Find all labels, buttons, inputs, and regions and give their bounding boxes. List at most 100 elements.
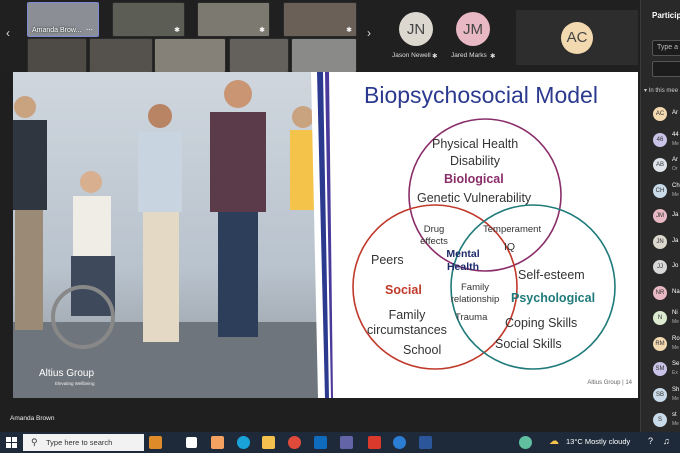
participant-avatar[interactable]: CH [653, 184, 667, 198]
tile-name: Amanda Brow... [32, 27, 82, 34]
chevron-left-icon[interactable]: ‹ [6, 26, 10, 40]
participant-avatar[interactable]: SB [653, 388, 667, 402]
video-tile[interactable] [27, 38, 87, 73]
cloud-sync-icon[interactable] [519, 436, 532, 449]
presenter-name: Amanda Brown [10, 415, 55, 422]
participant-name[interactable]: Sh [672, 387, 679, 393]
participant-role: Me [672, 396, 679, 402]
participant-role: Ex [672, 370, 678, 376]
altius-logo: Altius Group [39, 368, 95, 379]
taskbar: ⚲ Type here to search ☁ 13°C Mostly clou… [0, 432, 680, 453]
avatar-initials: JN [406, 20, 426, 38]
person-figure [138, 104, 182, 342]
participant-avatar[interactable]: SM [653, 362, 667, 376]
bio-item: Disability [450, 154, 501, 168]
social-item: School [403, 343, 442, 357]
folder-icon[interactable] [262, 436, 275, 449]
participant-name[interactable]: Ar [672, 110, 678, 116]
participant-avatar[interactable]: AC [653, 107, 667, 121]
shared-slide: Altius Group Elevating Wellbeing Biopsyc… [13, 72, 638, 398]
participant-name[interactable]: Ja [672, 238, 678, 244]
avatar-name: Jason Newell [392, 52, 431, 59]
mic-muted-icon: ✱ [174, 27, 180, 34]
panel-title: Participants [652, 11, 680, 20]
video-feed [28, 39, 86, 72]
task-view-icon[interactable] [186, 437, 197, 448]
avatar[interactable]: JN [399, 12, 433, 46]
participant-name[interactable]: Ar [672, 157, 678, 163]
participant-name[interactable]: Ch [672, 183, 680, 189]
participant-avatar[interactable]: N [653, 311, 667, 325]
mic-muted-icon: ✱ [259, 27, 265, 34]
chrome-icon[interactable] [288, 436, 301, 449]
social-psych-overlap: Family relationship [450, 282, 500, 305]
mic-muted-icon: ✱ [490, 53, 496, 60]
outlook-icon[interactable] [314, 436, 327, 449]
tagline: Elevating Wellbeing [55, 381, 95, 386]
slide-footer: Altius Group | 14 [587, 380, 632, 386]
speaker-icon[interactable]: ♫ [663, 436, 670, 446]
word-icon[interactable] [419, 436, 432, 449]
person-figure [51, 171, 115, 349]
participant-name[interactable]: Jo [672, 263, 678, 269]
invite-input[interactable]: Type a [652, 40, 680, 56]
weather-text[interactable]: 13°C Mostly cloudy [566, 437, 630, 446]
video-feed [90, 39, 152, 72]
participant-role: Me [672, 141, 679, 147]
avatar-initials: AC [566, 29, 588, 46]
psychological-label: Psychological [511, 291, 596, 305]
avatar[interactable]: JM [456, 12, 490, 46]
video-tile[interactable]: ✱ [197, 2, 270, 37]
search-icon: ⚲ [31, 437, 38, 447]
video-tile[interactable] [89, 38, 153, 73]
participant-name[interactable]: Na [672, 289, 680, 295]
in-meeting-header[interactable]: ▾ In this mee [644, 87, 678, 94]
help-icon[interactable]: ? [648, 436, 653, 446]
participant-name[interactable]: Se [672, 361, 679, 367]
participant-name[interactable]: Ro [672, 336, 680, 342]
participant-name[interactable]: st [672, 412, 677, 418]
video-tile[interactable] [291, 38, 357, 73]
participant-avatar[interactable]: JN [653, 235, 667, 249]
video-tile[interactable]: ✱ [112, 2, 185, 37]
share-invite-button[interactable] [652, 61, 680, 77]
video-tile[interactable]: ✱ [283, 2, 357, 37]
taskbar-search[interactable]: ⚲ Type here to search [23, 434, 144, 451]
participant-role: Me [672, 192, 679, 198]
participant-avatar[interactable]: JM [653, 209, 667, 223]
participant-avatar[interactable]: 46 [653, 133, 667, 147]
person-figure [13, 96, 47, 330]
teams-icon[interactable] [340, 436, 353, 449]
video-tile[interactable] [229, 38, 289, 73]
participant-avatar[interactable]: AB [653, 158, 667, 172]
participant-avatar[interactable]: S [653, 413, 667, 427]
avatar-name: Jared Marks [451, 52, 487, 59]
windows-start-icon[interactable] [6, 437, 17, 448]
mic-muted-icon: ✱ [346, 27, 352, 34]
edge-icon[interactable] [237, 436, 250, 449]
video-tile[interactable] [154, 38, 226, 73]
psych-item: Self-esteem [518, 268, 585, 282]
large-tile[interactable]: AC [516, 10, 638, 65]
video-feed [230, 39, 288, 72]
fox-icon[interactable] [211, 436, 224, 449]
in-meeting-label: In this mee [648, 88, 679, 94]
participant-name[interactable]: Ni [672, 310, 678, 316]
participant-avatar[interactable]: NR [653, 286, 667, 300]
people-illustration [13, 72, 333, 398]
social-psych-overlap: Trauma [455, 312, 488, 323]
briefcase-icon[interactable] [149, 436, 162, 449]
participant-avatar[interactable]: JJ [653, 260, 667, 274]
acrobat-icon[interactable] [368, 436, 381, 449]
avatar: AC [561, 21, 593, 54]
participant-name[interactable]: 44 [672, 132, 679, 138]
participant-avatar[interactable]: RM [653, 337, 667, 351]
chevron-right-icon[interactable]: › [367, 26, 371, 40]
video-tile[interactable]: Amanda Brow... ⋯ [27, 2, 99, 37]
social-item: Peers [371, 253, 404, 267]
participant-name[interactable]: Ja [672, 212, 678, 218]
bio-item: Genetic Vulnerability [417, 191, 532, 205]
more-options-icon[interactable]: ⋯ [86, 26, 94, 34]
weather-icon: ☁ [549, 436, 559, 447]
meeting-app-icon[interactable] [393, 436, 406, 449]
